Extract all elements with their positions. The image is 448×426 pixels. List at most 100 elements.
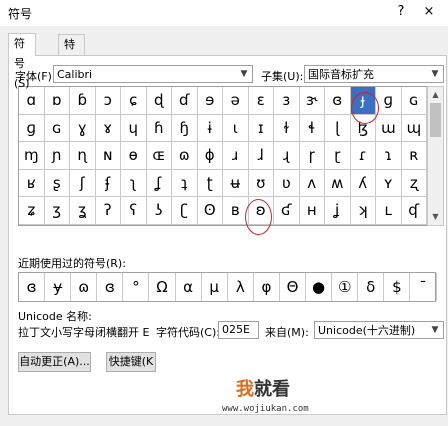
- scroll-up-icon[interactable]: ▲: [428, 88, 443, 102]
- scroll-down-icon[interactable]: ▼: [428, 210, 443, 224]
- symbol-cell[interactable]: ʓ: [70, 197, 96, 225]
- symbol-cell[interactable]: ɦ: [146, 114, 172, 142]
- recent-symbol-cell[interactable]: ɞ: [19, 273, 46, 301]
- symbol-cell[interactable]: ɨ: [197, 114, 223, 142]
- symbol-cell[interactable]: ʒ: [44, 197, 70, 225]
- symbol-cell[interactable]: ʅ: [121, 169, 147, 197]
- symbol-cell[interactable]: ʜ: [299, 197, 325, 225]
- symbol-cell[interactable]: ɡ: [19, 114, 45, 142]
- symbol-cell[interactable]: ʟ: [376, 197, 402, 225]
- symbol-cell[interactable]: ʃ: [70, 169, 96, 197]
- char-code-input[interactable]: 025E: [218, 321, 259, 339]
- from-select[interactable]: Unicode(十六进制) ▼: [314, 321, 444, 339]
- symbol-cell[interactable]: ɼ: [299, 142, 325, 170]
- scroll-thumb[interactable]: [430, 103, 441, 137]
- symbol-cell[interactable]: ɸ: [197, 142, 223, 170]
- symbol-cell[interactable]: ʝ: [325, 197, 351, 225]
- symbol-cell[interactable]: ɢ: [401, 87, 427, 115]
- symbol-cell[interactable]: ʄ: [95, 169, 121, 197]
- symbol-cell[interactable]: ʕ: [121, 197, 147, 225]
- symbol-cell[interactable]: ɱ: [19, 142, 45, 170]
- subset-select[interactable]: 国际音标扩充 ▼: [304, 65, 444, 83]
- symbol-cell[interactable]: ɡ: [376, 87, 402, 115]
- symbol-cell[interactable]: ʊ: [248, 169, 274, 197]
- symbol-cell[interactable]: ɘ: [197, 87, 223, 115]
- recent-symbol-cell[interactable]: ɷ: [71, 273, 98, 301]
- symbol-cell[interactable]: ʇ: [172, 169, 198, 197]
- symbol-cell[interactable]: ɫ: [274, 114, 300, 142]
- recent-symbol-cell[interactable]: Ω: [149, 273, 176, 301]
- symbol-cell[interactable]: ɔ: [95, 87, 121, 115]
- recent-symbol-cell[interactable]: Θ: [280, 273, 307, 301]
- symbol-cell[interactable]: ɿ: [376, 142, 402, 170]
- recent-symbol-cell[interactable]: °: [123, 273, 150, 301]
- symbol-cell[interactable]: ɵ: [121, 142, 147, 170]
- symbol-cell[interactable]: ɻ: [274, 142, 300, 170]
- symbol-cell[interactable]: ə: [223, 87, 249, 115]
- symbol-cell[interactable]: ʆ: [146, 169, 172, 197]
- symbol-cell[interactable]: ʋ: [274, 169, 300, 197]
- symbol-cell[interactable]: ɪ: [248, 114, 274, 142]
- symbol-cell[interactable]: ɥ: [121, 114, 147, 142]
- symbol-cell[interactable]: ɷ: [172, 142, 198, 170]
- tab-special-characters[interactable]: 特殊字符(P): [58, 34, 86, 131]
- symbol-cell[interactable]: ʖ: [146, 197, 172, 225]
- symbol-cell[interactable]: ɽ: [325, 142, 351, 170]
- recent-symbol-cell[interactable]: ●: [306, 273, 333, 301]
- symbol-cell[interactable]: ɴ: [95, 142, 121, 170]
- grid-scrollbar[interactable]: ▲ ▼: [427, 86, 444, 226]
- symbol-cell[interactable]: ʑ: [19, 197, 45, 225]
- symbol-cell[interactable]: ɺ: [248, 142, 274, 170]
- symbol-cell[interactable]: ʠ: [401, 197, 427, 225]
- symbol-cell[interactable]: ʞ: [350, 197, 376, 225]
- autocorrect-button[interactable]: 自动更正(A)...: [18, 352, 91, 372]
- symbol-cell[interactable]: ɩ: [223, 114, 249, 142]
- symbol-cell[interactable]: ɓ: [70, 87, 96, 115]
- symbol-cell[interactable]: ʏ: [376, 169, 402, 197]
- symbol-cell[interactable]: ʛ: [274, 197, 300, 225]
- recent-symbol-cell[interactable]: ①: [332, 273, 359, 301]
- close-button[interactable]: ×: [417, 2, 441, 22]
- symbol-cell[interactable]: ɧ: [172, 114, 198, 142]
- symbol-cell[interactable]: ɶ: [146, 142, 172, 170]
- symbol-cell[interactable]: ɕ: [121, 87, 147, 115]
- symbol-cell[interactable]: ɲ: [44, 142, 70, 170]
- symbol-cell[interactable]: ɗ: [172, 87, 198, 115]
- symbol-cell[interactable]: ɜ: [274, 87, 300, 115]
- shortcut-key-button[interactable]: 快捷键(K: [106, 352, 156, 372]
- symbol-cell[interactable]: ɝ: [299, 87, 325, 115]
- symbol-cell[interactable]: ʘ: [197, 197, 223, 225]
- symbol-cell[interactable]: ʎ: [350, 169, 376, 197]
- symbol-cell[interactable]: ʌ: [299, 169, 325, 197]
- recent-symbol-cell[interactable]: λ: [228, 273, 254, 301]
- symbol-cell[interactable]: ɾ: [350, 142, 376, 170]
- symbol-cell[interactable]: ɭ: [325, 114, 351, 142]
- recent-symbol-cell[interactable]: α: [176, 273, 202, 301]
- symbol-cell[interactable]: ɤ: [95, 114, 121, 142]
- symbol-cell[interactable]: ʔ: [95, 197, 121, 225]
- symbol-cell[interactable]: ʂ: [44, 169, 70, 197]
- symbol-cell[interactable]: ɛ: [248, 87, 274, 115]
- symbol-cell[interactable]: ʉ: [223, 169, 249, 197]
- recent-symbol-cell[interactable]: $: [384, 273, 411, 301]
- symbol-cell[interactable]: ʗ: [172, 197, 198, 225]
- symbol-cell[interactable]: ʁ: [19, 169, 45, 197]
- symbol-cell[interactable]: ʍ: [325, 169, 351, 197]
- symbol-cell[interactable]: ɒ: [44, 87, 70, 115]
- symbol-cell[interactable]: ɹ: [223, 142, 249, 170]
- help-button[interactable]: ?: [389, 2, 413, 22]
- font-select[interactable]: Calibri ▼: [53, 65, 253, 83]
- recent-symbol-cell[interactable]: ɏ: [45, 273, 72, 301]
- symbol-cell[interactable]: ɞ: [325, 87, 351, 115]
- symbol-cell[interactable]: ɰ: [401, 114, 427, 142]
- symbol-cell[interactable]: ʀ: [401, 142, 427, 170]
- symbol-cell[interactable]: ʐ: [401, 169, 427, 197]
- symbol-cell[interactable]: ɖ: [146, 87, 172, 115]
- tab-symbols[interactable]: 符号(S): [8, 33, 36, 90]
- symbol-cell[interactable]: ɯ: [376, 114, 402, 142]
- recent-symbol-cell[interactable]: φ: [254, 273, 280, 301]
- recent-symbol-cell[interactable]: μ: [202, 273, 228, 301]
- symbol-cell[interactable]: ɳ: [70, 142, 96, 170]
- symbol-cell[interactable]: ʈ: [197, 169, 223, 197]
- recent-symbol-cell[interactable]: ˉ: [410, 273, 437, 301]
